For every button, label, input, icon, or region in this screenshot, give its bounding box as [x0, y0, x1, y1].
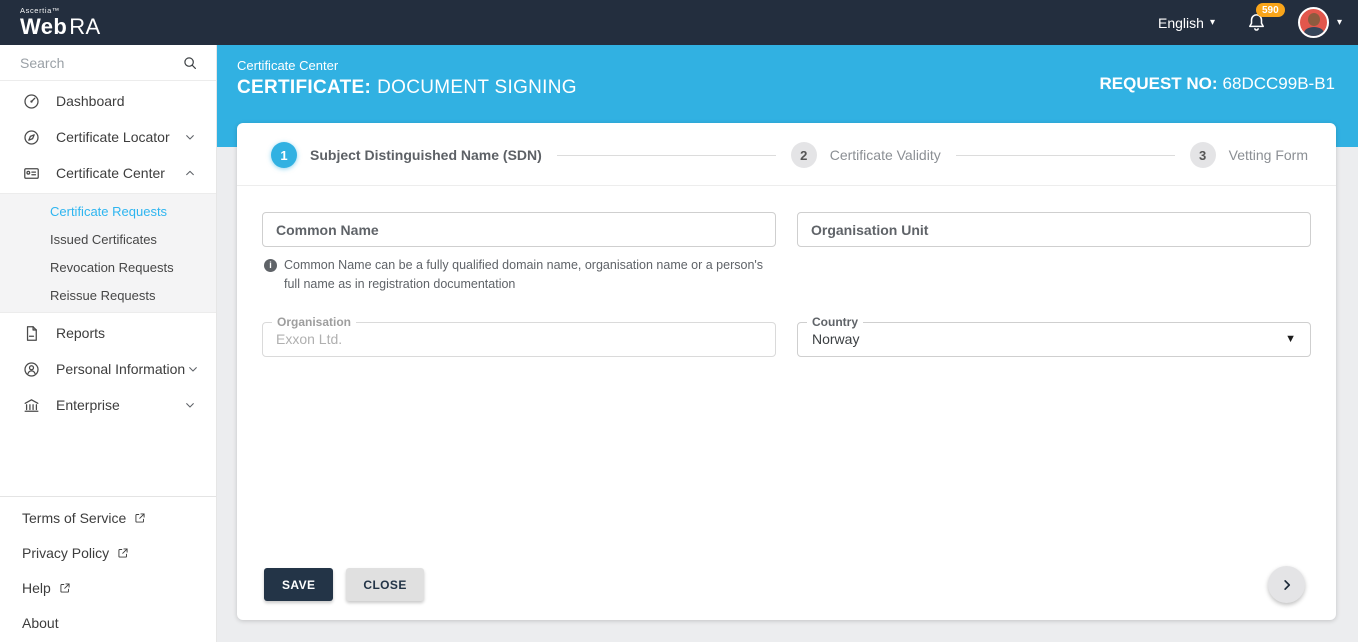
brand-company: Ascertia™ [20, 6, 60, 16]
organisation-unit-column [797, 212, 1311, 295]
close-button[interactable]: CLOSE [346, 568, 424, 601]
privacy-policy-link[interactable]: Privacy Policy [0, 535, 216, 570]
country-value: Norway [812, 331, 860, 348]
external-link-icon [60, 582, 70, 593]
compass-icon [24, 129, 39, 145]
search-icon[interactable] [181, 54, 199, 72]
sidebar-item-personal-information[interactable]: Personal Information [0, 351, 216, 387]
organisation-unit-field[interactable] [797, 212, 1311, 247]
sidebar-item-certificate-locator[interactable]: Certificate Locator [0, 119, 216, 155]
common-name-column: i Common Name can be a fully qualified d… [262, 212, 776, 295]
language-selector[interactable]: English ▾ [1158, 15, 1215, 31]
search-input[interactable] [20, 54, 181, 71]
external-link-icon [118, 547, 128, 558]
step-label: Certificate Validity [829, 147, 941, 163]
topbar-actions: English ▾ 590 ▾ [1158, 2, 1342, 38]
about-link[interactable]: About [0, 605, 216, 640]
help-link[interactable]: Help [0, 570, 216, 605]
common-name-hint: i Common Name can be a fully qualified d… [262, 256, 767, 295]
sidebar-item-revocation-requests[interactable]: Revocation Requests [0, 253, 216, 281]
sidebar-item-certificate-center[interactable]: Certificate Center [0, 155, 216, 191]
step-label: Vetting Form [1228, 147, 1309, 163]
main-content: Certificate Center CERTIFICATE: DOCUMENT … [217, 45, 1358, 642]
chevron-down-icon [186, 403, 194, 408]
info-icon: i [264, 259, 277, 272]
sidebar-nav: Dashboard Certificate Locator Certificat… [0, 81, 216, 423]
language-label: English [1158, 14, 1204, 31]
step-vetting-form[interactable]: 3 Vetting Form [1189, 142, 1309, 168]
chevron-up-icon [186, 170, 194, 176]
notifications-badge: 590 [1255, 2, 1285, 17]
step-label: Subject Distinguished Name (SDN) [310, 147, 542, 163]
save-button[interactable]: SAVE [264, 568, 334, 601]
certificate-center-submenu: Certificate Requests Issued Certificates… [0, 193, 216, 313]
country-field-group: Country Norway ▼ [797, 314, 1311, 357]
step-number: 3 [1189, 142, 1216, 168]
form-actions: SAVE CLOSE [237, 566, 1336, 620]
step-connector [955, 154, 1175, 156]
sidebar-item-certificate-requests[interactable]: Certificate Requests [0, 197, 216, 225]
dashboard-icon [24, 93, 39, 109]
external-link-icon [135, 512, 145, 523]
caret-down-icon: ▾ [1336, 16, 1342, 28]
breadcrumb: Certificate Center [237, 58, 339, 73]
sidebar: Dashboard Certificate Locator Certificat… [0, 45, 217, 642]
step-number: 2 [790, 142, 817, 168]
bank-icon [24, 398, 39, 412]
request-number: REQUEST NO: 68DCC99B-B1 [1099, 74, 1335, 93]
sidebar-search [0, 45, 216, 81]
step-number: 1 [271, 142, 297, 168]
user-menu[interactable]: ▾ [1297, 7, 1342, 38]
sidebar-item-dashboard[interactable]: Dashboard [0, 83, 216, 119]
hint-text: Common Name can be a fully qualified dom… [284, 258, 764, 292]
sidebar-footer: Terms of Service Privacy Policy Help Abo… [0, 496, 216, 642]
terms-of-service-link[interactable]: Terms of Service [0, 500, 216, 535]
sidebar-item-issued-certificates[interactable]: Issued Certificates [0, 225, 216, 253]
sidebar-item-reissue-requests[interactable]: Reissue Requests [0, 281, 216, 309]
country-select[interactable]: Norway ▼ [797, 321, 1311, 357]
select-caret-icon: ▼ [1285, 333, 1296, 346]
app-logo: Ascertia™ WebRA [20, 7, 101, 38]
id-card-icon [24, 167, 39, 179]
sidebar-item-reports[interactable]: Reports [0, 315, 216, 351]
step-sdn[interactable]: 1 Subject Distinguished Name (SDN) [271, 142, 542, 168]
person-icon [24, 361, 39, 377]
caret-down-icon: ▾ [1209, 16, 1215, 28]
brand-product: WebRA [20, 13, 101, 39]
step-connector [556, 154, 776, 156]
country-label: Country [807, 314, 863, 330]
document-icon [26, 325, 37, 341]
chevron-right-icon [1283, 579, 1290, 590]
avatar [1297, 7, 1329, 38]
sidebar-item-enterprise[interactable]: Enterprise [0, 387, 216, 423]
sdn-form: i Common Name can be a fully qualified d… [237, 186, 1336, 357]
wizard-card: 1 Subject Distinguished Name (SDN) 2 Cer… [237, 123, 1336, 620]
common-name-field[interactable] [262, 212, 776, 247]
stepper: 1 Subject Distinguished Name (SDN) 2 Cer… [237, 123, 1336, 185]
organisation-field-group: Organisation [262, 314, 776, 357]
topbar: Ascertia™ WebRA English ▾ 590 ▾ [0, 0, 1358, 45]
notifications-button[interactable]: 590 [1245, 2, 1285, 35]
chevron-down-icon [189, 367, 198, 372]
step-certificate-validity[interactable]: 2 Certificate Validity [790, 142, 941, 168]
organisation-label: Organisation [272, 314, 357, 330]
next-step-button[interactable] [1268, 566, 1305, 603]
chevron-down-icon [186, 135, 194, 140]
